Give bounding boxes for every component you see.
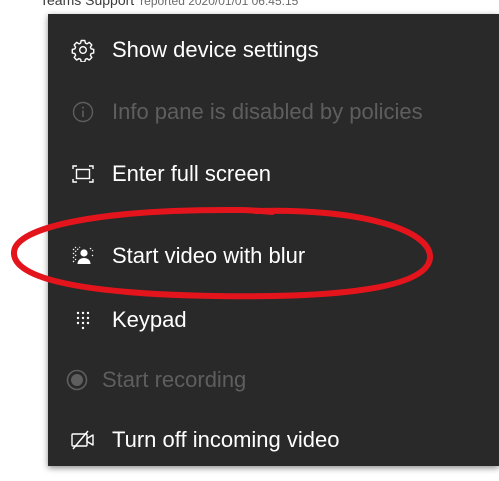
menu-item-label: Info pane is disabled by policies (112, 99, 423, 124)
menu-item-label: Keypad (112, 307, 187, 332)
message-timestamp: reported 2020/01/01 06:45:15 (140, 0, 299, 8)
menu-item-turn-off-incoming-video[interactable]: Turn off incoming video (48, 412, 499, 468)
background-blur-icon (70, 243, 96, 269)
gear-icon (70, 37, 96, 63)
video-off-icon (70, 427, 96, 453)
menu-item-label: Enter full screen (112, 161, 271, 186)
info-icon (70, 99, 96, 125)
menu-item-info-pane: Info pane is disabled by policies (48, 84, 499, 140)
more-actions-menu: Show device settings Info pane is disabl… (48, 14, 499, 466)
menu-item-show-device-settings[interactable]: Show device settings (48, 22, 499, 78)
menu-item-start-video-with-blur[interactable]: Start video with blur (48, 228, 499, 284)
fullscreen-icon (70, 161, 96, 187)
background-message-header: Teams Support reported 2020/01/01 06:45:1… (0, 0, 499, 14)
menu-item-keypad[interactable]: Keypad (48, 292, 499, 348)
menu-item-enter-full-screen[interactable]: Enter full screen (48, 146, 499, 202)
menu-item-label: Show device settings (112, 37, 319, 62)
menu-item-label: Start video with blur (112, 243, 306, 268)
record-icon (64, 367, 90, 393)
message-author: Teams Support (40, 0, 135, 8)
dialpad-icon (70, 307, 96, 333)
menu-item-start-recording: Start recording (48, 352, 499, 408)
menu-item-label: Start recording (102, 367, 247, 392)
menu-item-label: Turn off incoming video (112, 427, 340, 452)
